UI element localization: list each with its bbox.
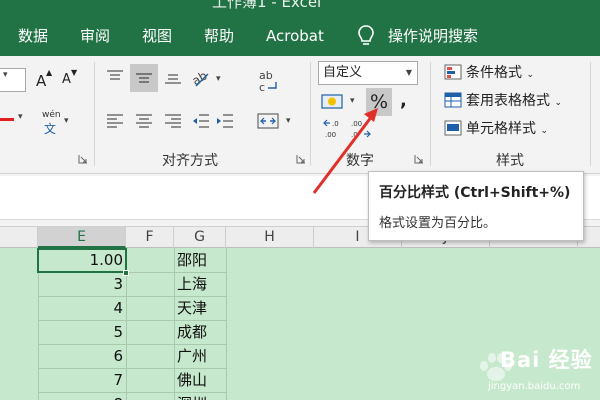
window-title: 工作簿1 - Excel — [212, 0, 322, 11]
styles-group-label: 样式 — [496, 153, 524, 169]
chevron-down-icon: ⌄ — [554, 98, 562, 108]
column-header-f[interactable]: F — [126, 227, 174, 248]
chevron-down-icon[interactable]: ▾ — [64, 116, 69, 126]
percent-style-button[interactable]: % — [366, 88, 392, 116]
format-as-table-button[interactable]: 套用表格格式 ⌄ — [444, 90, 562, 112]
increase-indent-icon[interactable] — [214, 110, 236, 132]
top-align-icon[interactable] — [104, 66, 126, 88]
conditional-formatting-label: 条件格式 — [466, 65, 522, 81]
conditional-formatting-icon — [444, 64, 462, 80]
lightbulb-icon[interactable] — [356, 24, 376, 48]
svg-text:.00: .00 — [351, 120, 362, 128]
cell-styles-button[interactable]: 单元格样式 ⌄ — [444, 118, 548, 140]
title-tab-bar: 工作簿1 - Excel 数据 审阅 视图 帮助 Acrobat 操作说明搜索 — [0, 0, 600, 56]
number-format-value: 自定义 — [323, 65, 363, 80]
align-left-icon[interactable] — [104, 110, 126, 132]
cell-styles-icon — [444, 120, 462, 136]
chevron-down-icon: ▼ — [405, 68, 412, 77]
orientation-icon[interactable]: ab — [190, 66, 212, 88]
watermark-url: jingyan.baidu.com — [488, 381, 581, 392]
phonetic-top: wén — [42, 110, 61, 120]
cell-e5[interactable]: 6 — [38, 344, 126, 368]
grid-line — [226, 248, 227, 400]
ribbon-separator — [590, 62, 591, 166]
column-header-g[interactable]: G — [174, 227, 226, 248]
svg-text:ab: ab — [190, 68, 210, 88]
chevron-down-icon: ⌄ — [540, 126, 548, 136]
font-color-icon[interactable] — [0, 118, 14, 121]
tooltip-title: 百分比样式 (Ctrl+Shift+%) — [379, 185, 571, 201]
cell-e7[interactable]: 8 — [38, 392, 126, 400]
ribbon-separator — [310, 62, 311, 166]
ribbon: ▾ A ▲ A ▼ ▾ wén 文 ▾ ab ▾ ab c ▾ 对齐方式 自定义 … — [0, 56, 600, 174]
comma-style-button[interactable]: , — [400, 90, 407, 111]
active-cell-border — [37, 248, 127, 273]
decrease-indent-icon[interactable] — [190, 110, 212, 132]
chevron-down-icon: ⌄ — [526, 70, 534, 80]
chevron-down-icon[interactable]: ▾ — [286, 116, 291, 126]
shrink-caret-icon: ▼ — [71, 68, 78, 77]
chevron-down-icon[interactable]: ▾ — [350, 96, 355, 106]
cell-e3[interactable]: 4 — [38, 296, 126, 320]
cell-g5[interactable]: 广州 — [174, 344, 226, 368]
middle-align-icon[interactable] — [133, 67, 155, 89]
number-group-label: 数字 — [346, 153, 374, 169]
cell-e4[interactable]: 5 — [38, 320, 126, 344]
watermark-brand: Bai 经验 — [500, 348, 593, 372]
cell-e2[interactable]: 3 — [38, 272, 126, 296]
svg-text:.00: .00 — [325, 131, 336, 139]
cell-g1[interactable]: 邵阳 — [174, 248, 226, 272]
increase-decimal-icon[interactable]: .0.00 — [322, 118, 346, 140]
svg-text:.0: .0 — [351, 131, 358, 139]
shrink-font-icon[interactable]: A — [62, 72, 71, 87]
svg-text:.0: .0 — [332, 120, 339, 128]
tab-data[interactable]: 数据 — [18, 26, 48, 46]
ribbon-separator — [94, 62, 95, 166]
cell-g2[interactable]: 上海 — [174, 272, 226, 296]
conditional-formatting-button[interactable]: 条件格式 ⌄ — [444, 62, 534, 84]
chevron-down-icon[interactable]: ▾ — [3, 70, 8, 80]
fill-handle[interactable] — [123, 270, 129, 276]
alignment-group-label: 对齐方式 — [162, 153, 218, 169]
grow-caret-icon: ▲ — [46, 68, 53, 77]
merge-center-icon[interactable] — [256, 110, 280, 132]
row-header-corner — [0, 227, 38, 248]
column-header-h[interactable]: H — [226, 227, 314, 248]
tooltip-description: 格式设置为百分比。 — [379, 216, 497, 231]
column-header-e[interactable]: E — [38, 227, 126, 248]
grow-font-icon[interactable]: A — [36, 72, 46, 90]
decrease-decimal-icon[interactable]: .00.0 — [348, 118, 372, 140]
accounting-format-icon[interactable] — [320, 92, 346, 112]
tab-view[interactable]: 视图 — [142, 26, 172, 46]
dialog-launcher-icon[interactable] — [296, 154, 306, 164]
dialog-launcher-icon[interactable] — [414, 154, 424, 164]
phonetic-guide-icon[interactable]: 文 — [44, 120, 56, 137]
tab-acrobat[interactable]: Acrobat — [266, 26, 324, 46]
number-format-dropdown[interactable]: 自定义 ▼ — [318, 61, 418, 85]
chevron-down-icon[interactable]: ▾ — [18, 112, 23, 122]
cell-g7[interactable]: 深圳 — [174, 392, 226, 400]
align-right-icon[interactable] — [162, 110, 184, 132]
tab-help[interactable]: 帮助 — [204, 26, 234, 46]
cell-g6[interactable]: 佛山 — [174, 368, 226, 392]
bottom-align-icon[interactable] — [162, 66, 184, 88]
cell-g3[interactable]: 天津 — [174, 296, 226, 320]
cell-e6[interactable]: 7 — [38, 368, 126, 392]
align-center-icon[interactable] — [133, 110, 155, 132]
ribbon-separator — [430, 62, 431, 166]
format-as-table-label: 套用表格格式 — [466, 93, 550, 109]
wrap-text-icon[interactable]: abc — [256, 68, 280, 96]
cell-styles-label: 单元格样式 — [466, 121, 536, 137]
cell-g4[interactable]: 成都 — [174, 320, 226, 344]
svg-text:c: c — [259, 81, 265, 94]
tell-me-search[interactable]: 操作说明搜索 — [388, 26, 478, 46]
percent-style-tooltip: 百分比样式 (Ctrl+Shift+%) 格式设置为百分比。 — [368, 171, 584, 241]
tab-review[interactable]: 审阅 — [80, 26, 110, 46]
chevron-down-icon[interactable]: ▾ — [216, 74, 221, 84]
format-as-table-icon — [444, 92, 462, 108]
dialog-launcher-icon[interactable] — [78, 154, 88, 164]
